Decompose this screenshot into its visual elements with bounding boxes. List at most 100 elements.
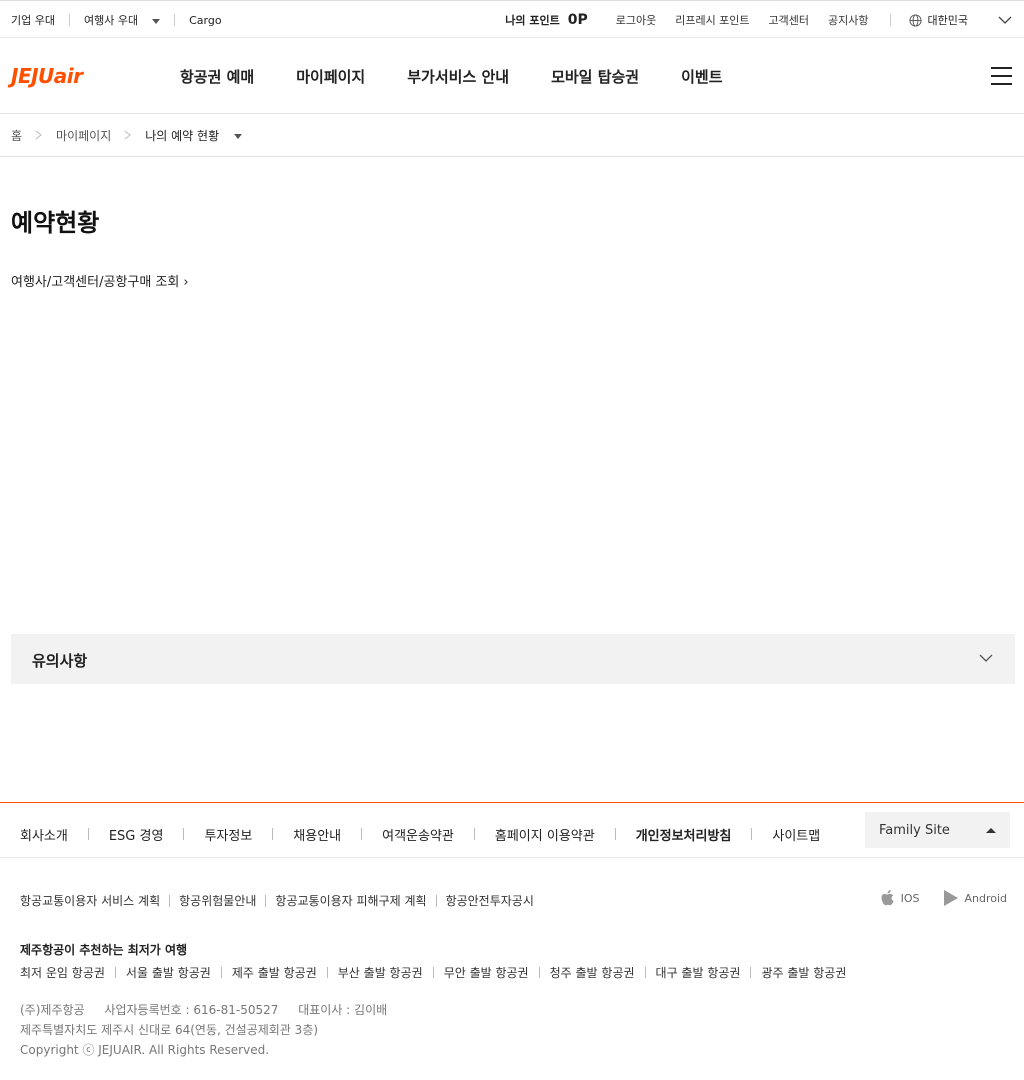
my-points-label: 나의 포인트 [505,14,560,27]
divider [114,967,116,978]
footer-company-link[interactable]: 회사소개 [20,825,68,844]
company-line-1: (주)제주항공 사업자등록번호 : 616-81-50527 대표이사 : 김이… [20,1000,387,1020]
footer-esg-link[interactable]: ESG 경영 [109,825,164,844]
family-site-select[interactable]: Family Site [865,812,1010,848]
jejuair-logo[interactable]: JEJUair [11,64,83,88]
divider [751,828,753,840]
divider [87,828,89,840]
caret-down-icon [152,18,161,24]
divider [174,14,176,26]
caret-up-icon [986,828,996,833]
business-number: 사업자등록번호 : 616-81-50527 [104,1003,279,1017]
logo-text: JEJUair [11,64,83,88]
recommend-link[interactable]: 서울 출발 항공권 [126,964,211,981]
main-navigation: JEJUair 항공권 예매 마이페이지 부가서비스 안내 모바일 탑승권 이벤… [0,38,1024,114]
footer-divider [0,857,1024,858]
divider [750,967,752,978]
breadcrumb-current-label: 나의 예약 현황 [145,128,220,143]
page-title: 예약현황 [11,209,100,237]
cargo-link[interactable]: Cargo [189,14,221,27]
copyright: Copyright ⓒ JEJUAIR. All Rights Reserved… [20,1043,270,1057]
agency-label: 여행사 우대 [83,14,139,27]
divider [169,894,171,907]
recommend-links: 최저 운임 항공권 서울 출발 항공권 제주 출발 항공권 부산 출발 항공권 … [20,964,846,981]
divider [538,967,540,978]
refresh-points-link[interactable]: 리프레시 포인트 [675,12,749,28]
divider [68,14,70,26]
recommend-link[interactable]: 제주 출발 항공권 [232,964,317,981]
corporate-link[interactable]: 기업 우대 [11,12,55,28]
footer-nav: 회사소개 ESG 경영 투자정보 채용안내 여객운송약관 홈페이지 이용약관 개… [20,811,820,857]
footer-sitemap-link[interactable]: 사이트맵 [772,825,820,844]
agency-lookup-link[interactable]: 여행사/고객센터/공항구매 조회 › [11,271,189,290]
recommend-link[interactable]: 무안 출발 항공권 [444,964,529,981]
country-selector[interactable]: 대한민국 [908,12,1024,28]
divider [326,967,328,978]
gnb-menu: 항공권 예매 마이페이지 부가서비스 안내 모바일 탑승권 이벤트 [180,38,765,114]
my-points-value[interactable]: 0P [568,12,588,28]
chevron-right-icon: › [183,275,189,290]
agency-dropdown[interactable]: 여행사 우대 [83,12,161,28]
app-links: IOS Android [856,889,1007,907]
family-site-label: Family Site [879,822,950,838]
divider [361,828,363,840]
ios-app-link[interactable]: IOS [880,889,920,907]
chevron-down-icon [998,16,1012,24]
chevron-down-icon [979,654,993,662]
recommend-link[interactable]: 최저 운임 항공권 [20,964,105,981]
android-label: Android [964,891,1007,905]
footer-carriage-terms-link[interactable]: 여객운송약관 [382,825,454,844]
customer-center-link[interactable]: 고객센터 [769,12,809,28]
divider [644,967,646,978]
company-info: (주)제주항공 사업자등록번호 : 616-81-50527 대표이사 : 김이… [20,1000,387,1060]
dangerous-goods-link[interactable]: 항공위험물안내 [179,892,256,909]
divider [889,14,891,26]
lookup-link-label: 여행사/고객센터/공항구매 조회 [11,275,180,290]
nav-mypage[interactable]: 마이페이지 [296,66,365,87]
apple-icon [881,890,894,906]
ios-label: IOS [900,891,920,905]
ceo-name: 대표이사 : 김이배 [298,1003,388,1017]
breadcrumb-current[interactable]: 나의 예약 현황 [145,127,243,144]
footer-site-terms-link[interactable]: 홈페이지 이용약관 [495,825,595,844]
company-address: 제주특별자치도 제주시 신대로 64(연동, 건설공제회관 3층) [20,1023,319,1037]
nav-events[interactable]: 이벤트 [681,66,722,87]
recommend-link[interactable]: 대구 출발 항공권 [656,964,741,981]
breadcrumb-mypage[interactable]: 마이페이지 [56,127,111,144]
nav-services[interactable]: 부가서비스 안내 [407,66,509,87]
service-links: 항공교통이용자 서비스 계획 항공위험물안내 항공교통이용자 피해구제 계획 항… [20,892,534,909]
logout-link[interactable]: 로그아웃 [616,12,656,28]
utility-left: 기업 우대 여행사 우대 Cargo [11,1,222,39]
company-name: (주)제주항공 [20,1003,85,1017]
divider [435,894,437,907]
divider [432,967,434,978]
divider [272,828,274,840]
divider [183,828,185,840]
footer-privacy-link[interactable]: 개인정보처리방침 [636,825,732,844]
footer: 회사소개 ESG 경영 투자정보 채용안내 여객운송약관 홈페이지 이용약관 개… [0,802,1024,1080]
recommend-link[interactable]: 청주 출발 항공권 [550,964,635,981]
notice-accordion-label: 유의사항 [32,652,88,670]
android-app-link[interactable]: Android [943,889,1007,907]
divider [473,828,475,840]
chevron-right-icon [35,130,42,140]
footer-careers-link[interactable]: 채용안내 [293,825,341,844]
notice-accordion[interactable]: 유의사항 [11,634,1015,684]
footer-ir-link[interactable]: 투자정보 [204,825,252,844]
recommend-link[interactable]: 부산 출발 항공권 [338,964,423,981]
hamburger-menu-icon[interactable] [991,67,1012,85]
chevron-right-icon [124,130,132,140]
recommend-title: 제주항공이 추천하는 최저가 여행 [20,943,188,957]
breadcrumb: 홈 마이페이지 나의 예약 현황 [0,114,1024,157]
nav-booking[interactable]: 항공권 예매 [180,66,254,87]
divider [220,967,222,978]
damage-relief-link[interactable]: 항공교통이용자 피해구제 계획 [275,892,426,909]
notice-link[interactable]: 공지사항 [828,12,868,28]
recommend-link[interactable]: 광주 출발 항공권 [761,964,846,981]
service-plan-link[interactable]: 항공교통이용자 서비스 계획 [20,892,160,909]
nav-mobile-pass[interactable]: 모바일 탑승권 [551,66,639,87]
breadcrumb-home[interactable]: 홈 [11,127,22,144]
safety-investment-link[interactable]: 항공안전투자공시 [446,892,534,909]
divider [614,828,616,840]
globe-icon [908,13,922,27]
